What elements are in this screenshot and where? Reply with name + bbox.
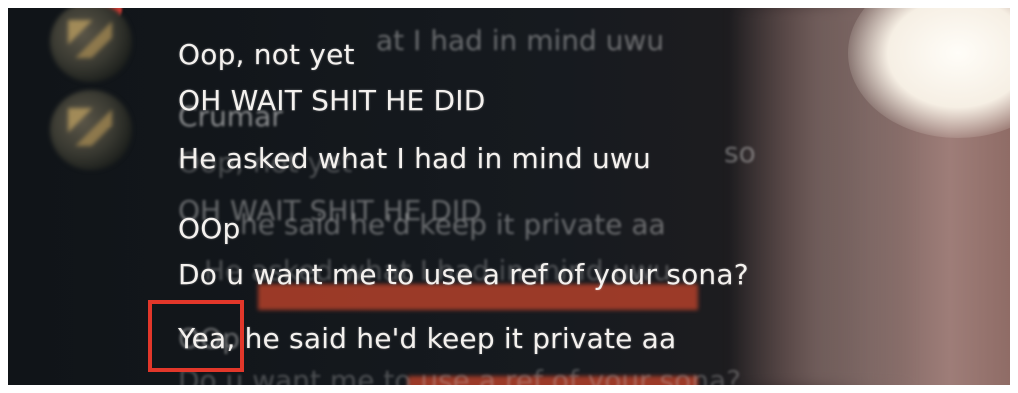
chat-message: Yea, he said he'd keep it private aa [178,322,677,355]
chat-message: Do u want me to use a ref of your sona? [178,258,749,291]
ghost-text: so [724,136,756,169]
avatar [50,8,132,82]
chat-message: He asked what I had in mind uwu [178,142,651,175]
ghost-text: at I had in mind uwu [376,24,665,57]
ghost-text: Do u want me to use a ref of your sona? [178,364,741,385]
avatar [50,90,132,170]
chat-message: OOp [178,212,241,245]
ghost-text: he said he'd keep it private aa [240,208,666,241]
chat-message: Oop, not yet [178,38,355,71]
highlight-box [148,300,244,372]
chat-message: OH WAIT SHIT HE DID [178,84,486,117]
